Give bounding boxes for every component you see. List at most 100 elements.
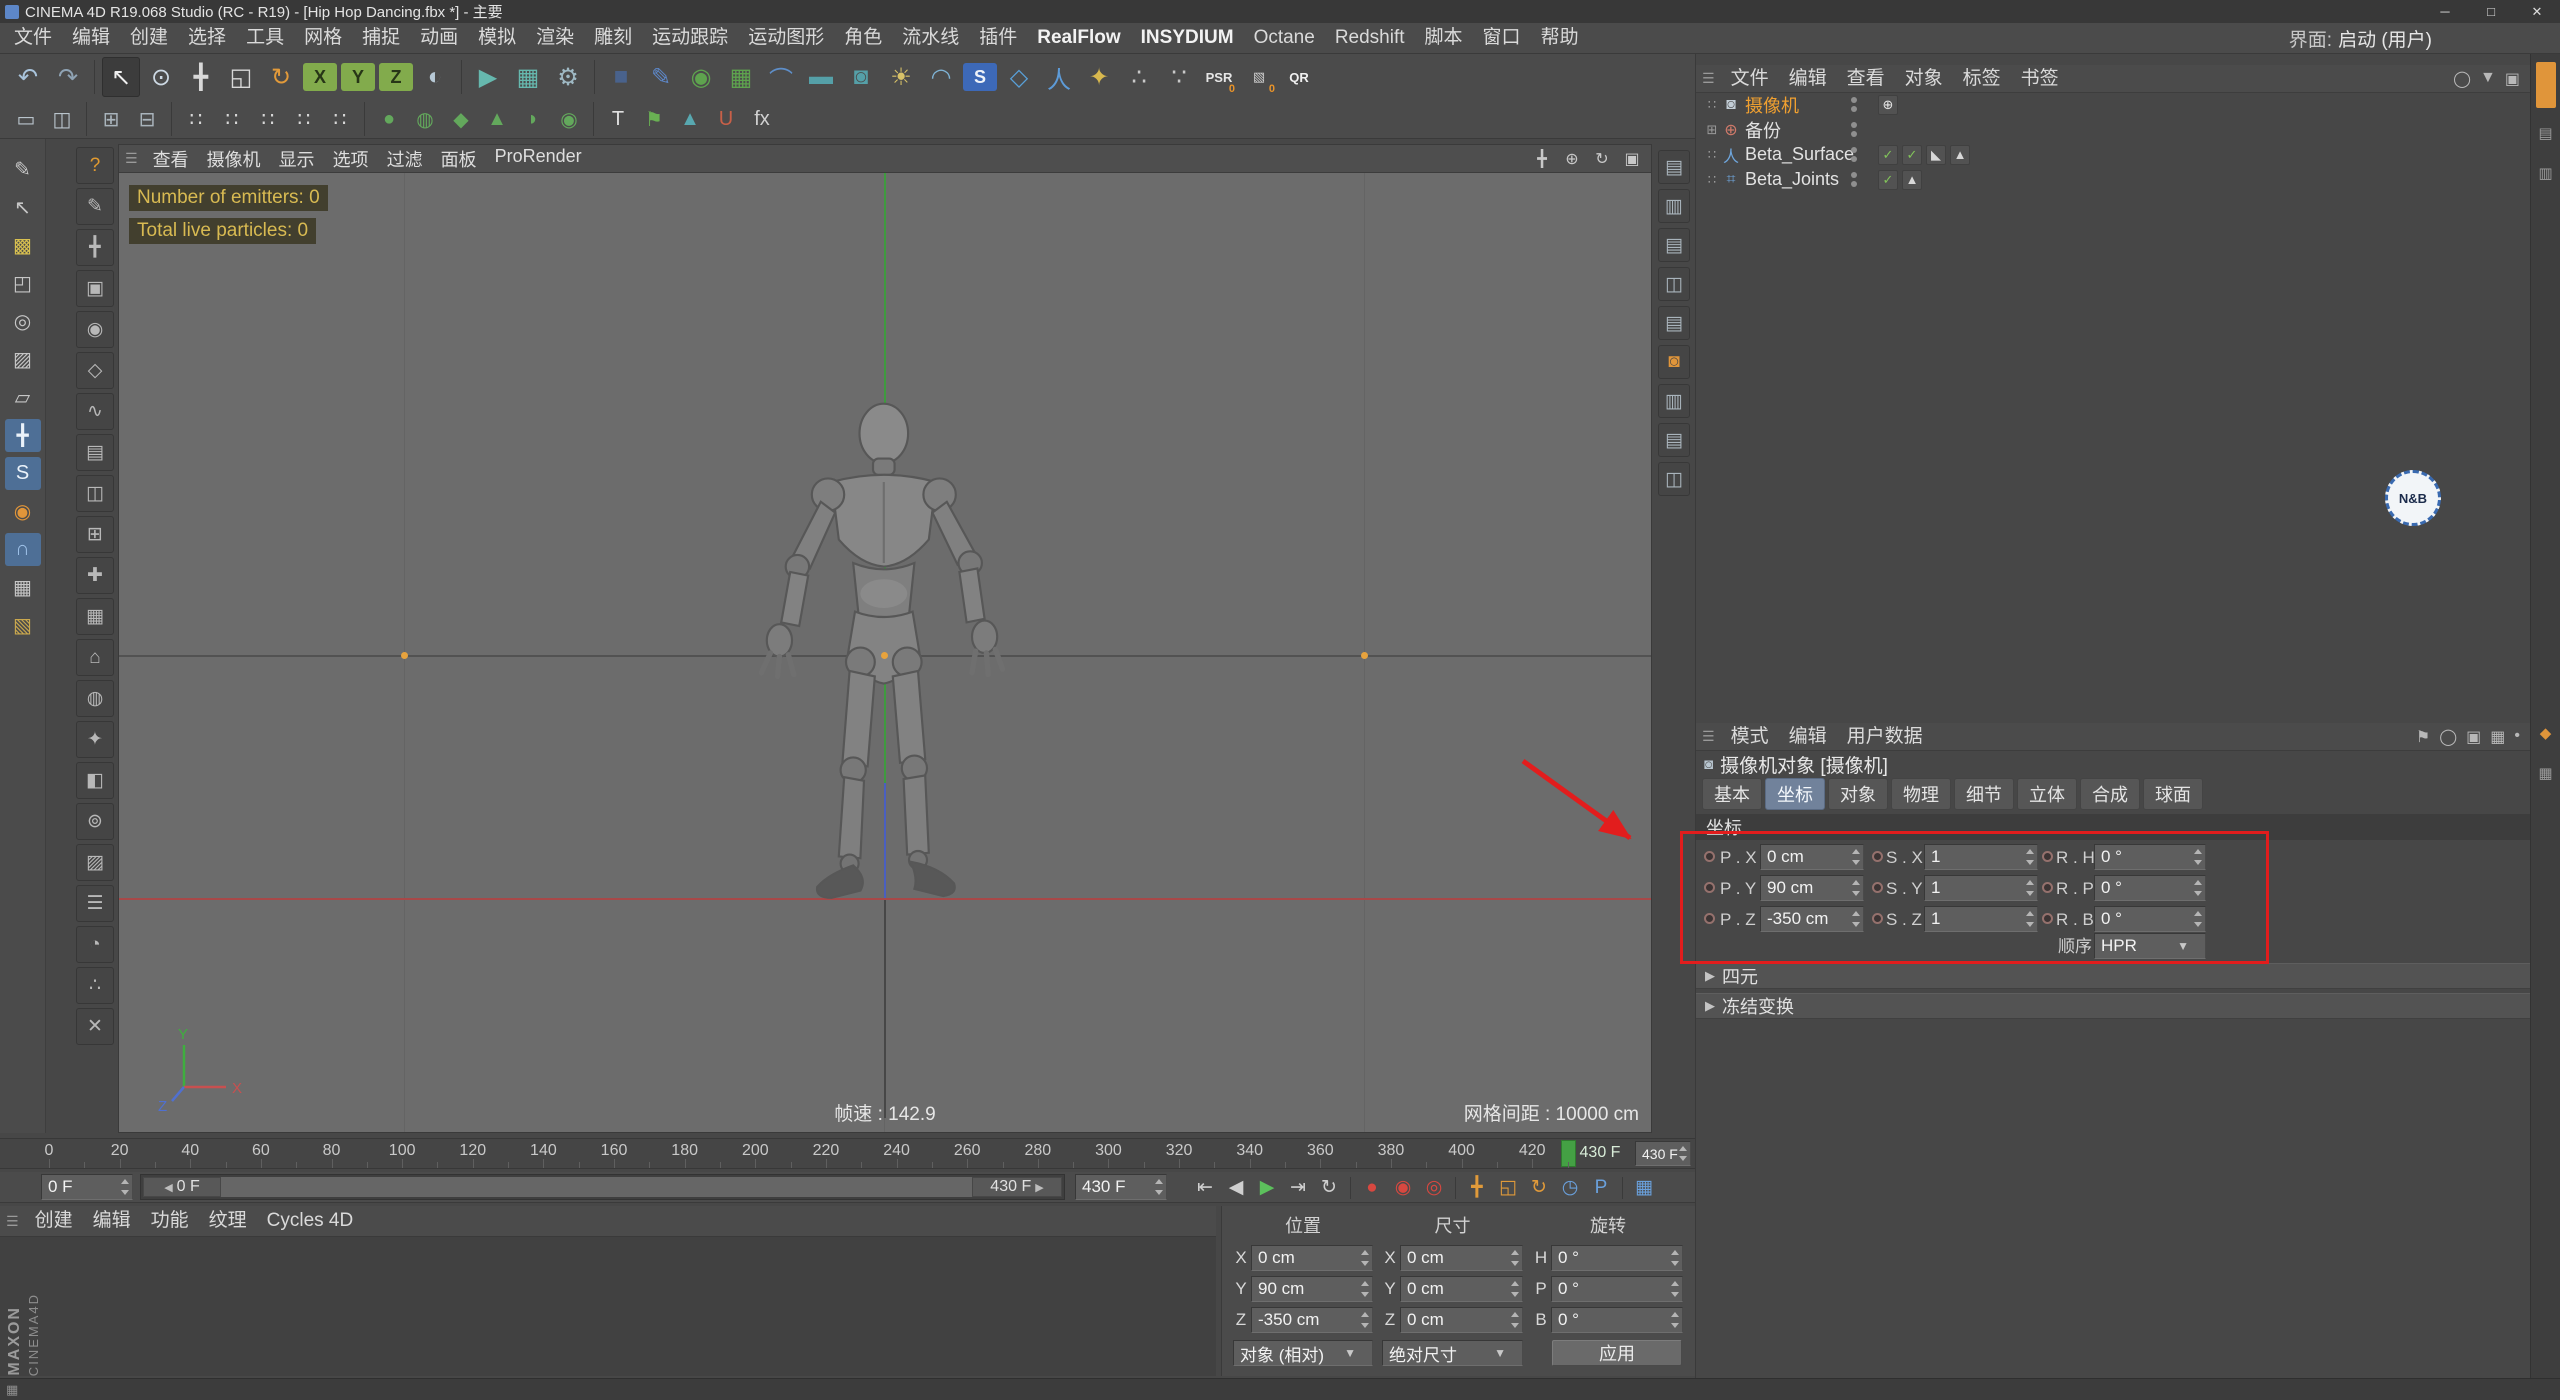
- dock-panel-icon-1[interactable]: ▤: [2535, 116, 2557, 150]
- thinking-particles-icon[interactable]: ∵: [1160, 57, 1198, 97]
- deformer-icon[interactable]: ⌒: [762, 57, 800, 97]
- rotation-field[interactable]: 0 °: [2094, 906, 2206, 932]
- primitive-cube-icon[interactable]: ■: [602, 57, 640, 97]
- freeze-transform-fold[interactable]: ▶ 冻结变换: [1696, 993, 2530, 1019]
- end-frame-display[interactable]: 430 F: [1635, 1141, 1691, 1166]
- play-button[interactable]: ▶: [1254, 1175, 1280, 1201]
- menu-22[interactable]: 窗口: [1473, 23, 1531, 53]
- target-tag-icon[interactable]: ⊕: [1878, 94, 1898, 115]
- autokey-button[interactable]: ◉: [1390, 1175, 1416, 1201]
- keyframe-dot[interactable]: [1704, 851, 1715, 862]
- panel-tab-icon-6[interactable]: ◙: [1658, 345, 1690, 379]
- menu-6[interactable]: 网格: [294, 23, 352, 53]
- panel-tab-icon-2[interactable]: ▥: [1658, 189, 1690, 223]
- palette-icon-3[interactable]: ╋: [76, 229, 114, 266]
- keyframe-dot[interactable]: [1704, 913, 1715, 924]
- tab-2[interactable]: 坐标: [1765, 778, 1825, 810]
- stepper-icon[interactable]: [1677, 1146, 1688, 1161]
- keyframe-dot[interactable]: [1872, 913, 1883, 924]
- stepper-icon[interactable]: [1850, 849, 1861, 865]
- range-start-handle[interactable]: ◀ 0 F: [143, 1177, 221, 1197]
- prev-frame-button[interactable]: ◀: [1223, 1175, 1249, 1201]
- physical-sky-icon[interactable]: ◠: [922, 57, 960, 97]
- selection-tag-icon[interactable]: ✓: [1878, 169, 1898, 190]
- position-z-input[interactable]: -350 cm: [1251, 1307, 1373, 1333]
- palette-help-icon[interactable]: ?: [76, 147, 114, 184]
- selection-dots-icon-5[interactable]: ∷: [323, 103, 357, 136]
- record-keyframe-button[interactable]: ●: [1359, 1175, 1385, 1201]
- tab-8[interactable]: 球面: [2143, 778, 2203, 810]
- tab-7[interactable]: 合成: [2080, 778, 2140, 810]
- object-name[interactable]: Beta_Joints: [1745, 169, 1839, 190]
- menu-18[interactable]: INSYDIUM: [1131, 23, 1244, 53]
- palette-icon-11[interactable]: ✚: [76, 557, 114, 594]
- object-row[interactable]: ∷ 人 Beta_Surface ✓ ✓ ◣ ▲: [1696, 142, 2530, 167]
- attribute-manager-menu-2[interactable]: 编辑: [1779, 722, 1837, 752]
- make-editable-icon[interactable]: ◰: [5, 267, 41, 300]
- layout-split-icon[interactable]: ◫: [45, 103, 79, 136]
- goto-end-button[interactable]: ⇥: [1285, 1175, 1311, 1201]
- size-mode-dropdown[interactable]: 绝对尺寸 ▼: [1382, 1340, 1523, 1366]
- keyframe-dot[interactable]: [2042, 882, 2053, 893]
- record-position-toggle[interactable]: ╋: [1464, 1175, 1490, 1201]
- live-selection-icon[interactable]: ⊙: [142, 57, 180, 97]
- move-tool-icon[interactable]: ╋: [182, 57, 220, 97]
- scale-field[interactable]: 1: [1924, 906, 2038, 932]
- stepper-icon[interactable]: [1359, 1312, 1370, 1328]
- timeline-tick[interactable]: 420: [1519, 1142, 1546, 1160]
- timeline-tick[interactable]: 240: [883, 1142, 910, 1160]
- rotation-h-input[interactable]: 0 °: [1551, 1245, 1683, 1271]
- dock-active-tab[interactable]: [2535, 62, 2556, 108]
- text-tool-icon[interactable]: T: [601, 103, 635, 136]
- viewport-zoom-icon[interactable]: ⊕: [1559, 148, 1585, 170]
- light-object-icon[interactable]: ☀: [882, 57, 920, 97]
- stepper-icon[interactable]: [2192, 911, 2203, 927]
- stepper-icon[interactable]: [1153, 1179, 1164, 1195]
- cone-icon[interactable]: ▲: [673, 103, 707, 136]
- viewport-menu-2[interactable]: 摄像机: [198, 146, 270, 172]
- selection-tag-icon[interactable]: ✓: [1878, 144, 1898, 165]
- stepper-icon[interactable]: [2024, 911, 2035, 927]
- position-field[interactable]: -350 cm: [1760, 906, 1864, 932]
- axis-mode-icon[interactable]: ╋: [4, 419, 41, 452]
- palette-icon-17[interactable]: ⊚: [76, 803, 114, 840]
- menu-4[interactable]: 选择: [178, 23, 236, 53]
- maximize-button[interactable]: □: [2468, 0, 2514, 23]
- selection-dots-icon-3[interactable]: ∷: [251, 103, 285, 136]
- palette-icon-19[interactable]: ☰: [76, 885, 114, 922]
- stepper-icon[interactable]: [1850, 911, 1861, 927]
- timeline-tick[interactable]: 340: [1236, 1142, 1263, 1160]
- keyframe-dot[interactable]: [2042, 913, 2053, 924]
- panel-tab-icon-9[interactable]: ◫: [1658, 462, 1690, 496]
- stepper-icon[interactable]: [2192, 880, 2203, 896]
- simulate-icon[interactable]: S: [963, 63, 997, 91]
- undo-icon[interactable]: ↶: [9, 57, 47, 97]
- record-rotation-toggle[interactable]: ↻: [1526, 1175, 1552, 1201]
- stepper-icon[interactable]: [2024, 880, 2035, 896]
- keyframe-dot[interactable]: [1872, 851, 1883, 862]
- scale-field[interactable]: 1: [1924, 844, 2038, 870]
- keyframe-dot[interactable]: [2042, 851, 2053, 862]
- palette-icon-13[interactable]: ⌂: [76, 639, 114, 676]
- floor-object-icon[interactable]: ▬: [802, 57, 840, 97]
- panel-handle-icon[interactable]: ☰: [1696, 70, 1721, 87]
- attribute-manager-menu-3[interactable]: 用户数据: [1837, 722, 1933, 752]
- rotation-field[interactable]: 0 °: [2094, 875, 2206, 901]
- nitro4d-plugin-badge[interactable]: N&B: [2385, 470, 2441, 526]
- panel-handle-icon[interactable]: ☰: [119, 150, 144, 167]
- object-row[interactable]: ∷ ⌗ Beta_Joints ✓ ▲: [1696, 167, 2530, 192]
- modeling-preset-icon-6[interactable]: ◉: [552, 103, 586, 136]
- menu-23[interactable]: 帮助: [1531, 23, 1589, 53]
- viewport-canvas[interactable]: Number of emitters: 0 Total live particl…: [119, 173, 1651, 1132]
- timeline-window-button[interactable]: ▦: [1631, 1175, 1657, 1201]
- modeling-preset-icon-5[interactable]: ◗: [516, 103, 550, 136]
- palette-icon-16[interactable]: ◧: [76, 762, 114, 799]
- timeline-tick[interactable]: 180: [671, 1142, 698, 1160]
- scale-tool-icon[interactable]: ◱: [222, 57, 260, 97]
- stepper-icon[interactable]: [2024, 849, 2035, 865]
- selection-dots-icon-1[interactable]: ∷: [179, 103, 213, 136]
- timeline-tick[interactable]: 300: [1095, 1142, 1122, 1160]
- weight-tag-icon[interactable]: ▲: [1950, 144, 1970, 165]
- record-scale-toggle[interactable]: ◱: [1495, 1175, 1521, 1201]
- y-axis-lock-button[interactable]: Y: [341, 63, 375, 91]
